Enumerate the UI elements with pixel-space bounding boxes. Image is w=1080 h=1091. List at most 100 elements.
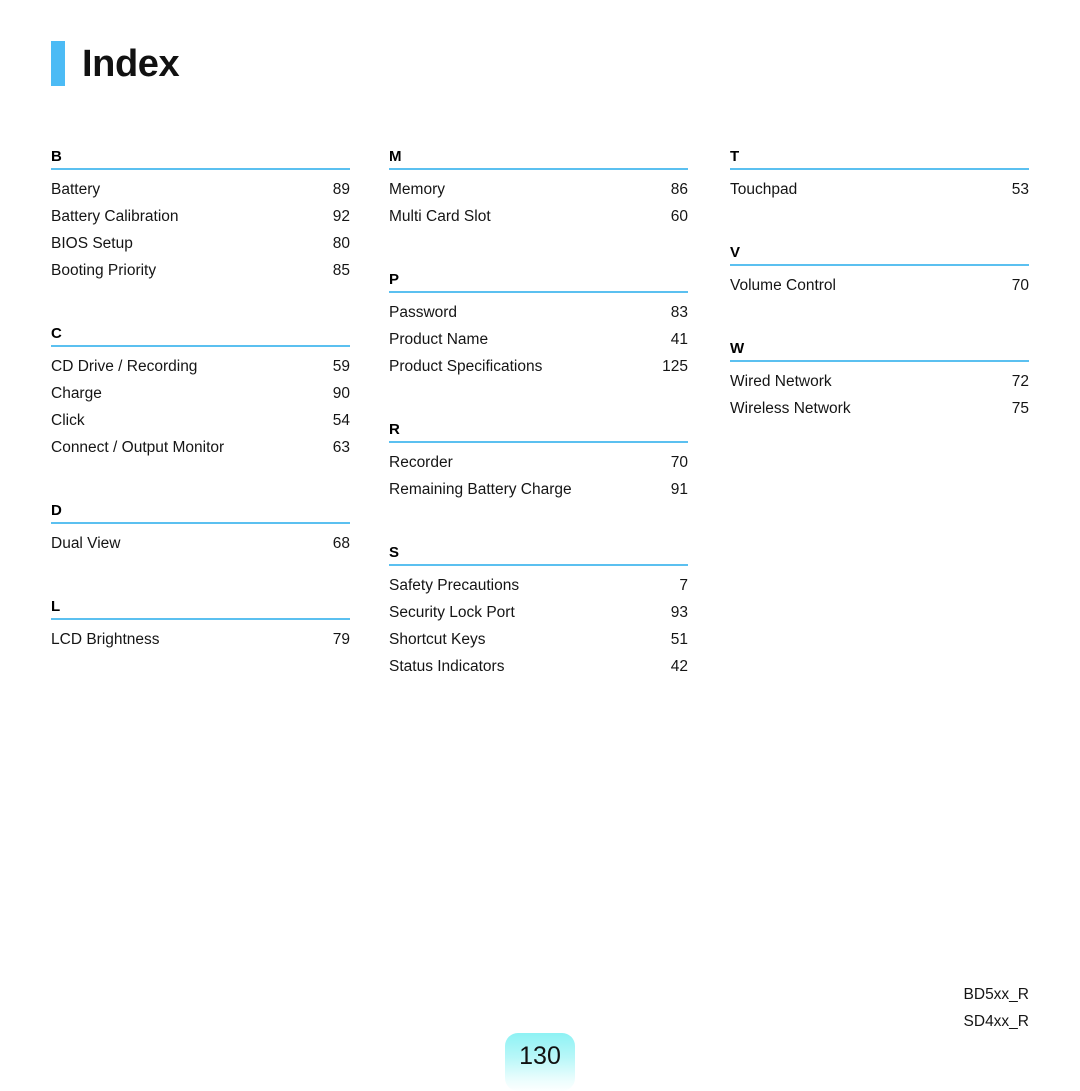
- index-entry[interactable]: Product Specifications 125: [389, 353, 688, 380]
- page-title: Index: [82, 42, 180, 85]
- page-number-badge: 130: [505, 1033, 575, 1091]
- index-section-r: R Recorder 70 Remaining Battery Charge 91: [389, 421, 688, 503]
- entry-page-number: 7: [679, 577, 688, 594]
- entry-page-number: 54: [332, 412, 350, 429]
- index-section-s: S Safety Precautions 7 Security Lock Port 93…: [389, 544, 688, 680]
- entry-page-number: 51: [670, 631, 688, 648]
- index-section-w: W Wired Network 72 Wireless Network 75: [730, 340, 1029, 422]
- entry-label: Safety Precautions: [389, 577, 520, 594]
- section-letter: M: [389, 148, 402, 165]
- section-letter: S: [389, 544, 400, 561]
- index-entry[interactable]: Security Lock Port 93: [389, 599, 688, 626]
- index-entry[interactable]: Wired Network 72: [730, 368, 1029, 395]
- index-entry[interactable]: Booting Priority 85: [51, 257, 350, 284]
- section-rule: [730, 360, 1029, 362]
- index-entry[interactable]: Charge 90: [51, 380, 350, 407]
- entry-page-number: 79: [332, 631, 350, 648]
- entry-label: Multi Card Slot: [389, 208, 491, 225]
- entry-page-number: 53: [1011, 181, 1029, 198]
- entry-label: Shortcut Keys: [389, 631, 486, 648]
- entry-page-number: 72: [1011, 373, 1029, 390]
- index-entry[interactable]: Battery Calibration 92: [51, 203, 350, 230]
- entry-label: Password: [389, 304, 458, 321]
- page-number-text: 130: [519, 1042, 561, 1070]
- entry-page-number: 70: [1011, 277, 1029, 294]
- index-section-p: P Password 83 Product Name 41 Product Specifi…: [389, 271, 688, 380]
- index-section-c: C CD Drive / Recording 59 Charge 90 Click 54 Co…: [51, 325, 350, 461]
- entry-page-number: 93: [670, 604, 688, 621]
- section-letter: L: [51, 598, 61, 615]
- section-rule: [389, 441, 688, 443]
- index-entry[interactable]: BIOS Setup 80: [51, 230, 350, 257]
- entry-label: Touchpad: [730, 181, 798, 198]
- entry-page-number: 59: [332, 358, 350, 375]
- section-letter: V: [730, 244, 741, 261]
- entry-page-number: 125: [662, 358, 688, 375]
- entry-page-number: 70: [670, 454, 688, 471]
- entry-label: Memory: [389, 181, 445, 198]
- entry-page-number: 41: [670, 331, 688, 348]
- entry-page-number: 92: [332, 208, 350, 225]
- index-entry[interactable]: Recorder 70: [389, 449, 688, 476]
- index-entry[interactable]: Connect / Output Monitor 63: [51, 434, 350, 461]
- index-entry[interactable]: Click 54: [51, 407, 350, 434]
- entry-page-number: 60: [670, 208, 688, 225]
- index-entry[interactable]: Volume Control 70: [730, 272, 1029, 299]
- index-entry[interactable]: Dual View 68: [51, 530, 350, 557]
- entry-page-number: 85: [332, 262, 350, 279]
- entry-page-number: 86: [670, 181, 688, 198]
- index-entry[interactable]: Battery 89: [51, 176, 350, 203]
- page-header: Index: [51, 41, 180, 86]
- entry-page-number: 68: [332, 535, 350, 552]
- index-entry[interactable]: Wireless Network 75: [730, 395, 1029, 422]
- entry-page-number: 80: [332, 235, 350, 252]
- entry-page-number: 90: [332, 385, 350, 402]
- entry-label: Battery Calibration: [51, 208, 179, 225]
- section-rule: [389, 168, 688, 170]
- index-entry[interactable]: Multi Card Slot 60: [389, 203, 688, 230]
- model-code-line: BD5xx_R: [963, 986, 1029, 1003]
- entry-label: Product Name: [389, 331, 489, 348]
- section-letter: T: [730, 148, 740, 165]
- model-code-line: SD4xx_R: [963, 1013, 1029, 1030]
- index-section-t: T Touchpad 53: [730, 148, 1029, 203]
- entry-label: Remaining Battery Charge: [389, 481, 572, 498]
- entry-label: LCD Brightness: [51, 631, 160, 648]
- section-rule: [51, 618, 350, 620]
- entry-page-number: 75: [1011, 400, 1029, 417]
- entry-label: Booting Priority: [51, 262, 157, 279]
- entry-label: Connect / Output Monitor: [51, 439, 225, 456]
- entry-label: Wireless Network: [730, 400, 851, 417]
- section-rule: [389, 291, 688, 293]
- section-letter: C: [51, 325, 62, 342]
- section-rule: [730, 168, 1029, 170]
- index-entry[interactable]: LCD Brightness 79: [51, 626, 350, 653]
- entry-label: Security Lock Port: [389, 604, 515, 621]
- index-entry[interactable]: Safety Precautions 7: [389, 572, 688, 599]
- index-column-3: T Touchpad 53 V Volume Control 70 W Wired Netwo…: [730, 148, 1029, 680]
- index-section-m: M Memory 86 Multi Card Slot 60: [389, 148, 688, 230]
- section-letter: P: [389, 271, 400, 288]
- index-entry[interactable]: Product Name 41: [389, 326, 688, 353]
- entry-page-number: 89: [332, 181, 350, 198]
- section-letter: D: [51, 502, 62, 519]
- index-entry[interactable]: Shortcut Keys 51: [389, 626, 688, 653]
- index-entry[interactable]: Status Indicators 42: [389, 653, 688, 680]
- index-entry[interactable]: Touchpad 53: [730, 176, 1029, 203]
- entry-label: Status Indicators: [389, 658, 505, 675]
- entry-page-number: 42: [670, 658, 688, 675]
- index-entry[interactable]: Password 83: [389, 299, 688, 326]
- index-entry[interactable]: Remaining Battery Charge 91: [389, 476, 688, 503]
- entry-page-number: 83: [670, 304, 688, 321]
- index-entry[interactable]: Memory 86: [389, 176, 688, 203]
- index-entry[interactable]: CD Drive / Recording 59: [51, 353, 350, 380]
- index-column-1: B Battery 89 Battery Calibration 92 BIOS Setu…: [51, 148, 350, 680]
- section-letter: W: [730, 340, 745, 357]
- index-section-l: L LCD Brightness 79: [51, 598, 350, 653]
- section-rule: [51, 345, 350, 347]
- section-letter: B: [51, 148, 62, 165]
- entry-page-number: 91: [670, 481, 688, 498]
- index-section-b: B Battery 89 Battery Calibration 92 BIOS Setu…: [51, 148, 350, 284]
- section-rule: [51, 522, 350, 524]
- model-codes: BD5xx_R SD4xx_R: [964, 981, 1029, 1035]
